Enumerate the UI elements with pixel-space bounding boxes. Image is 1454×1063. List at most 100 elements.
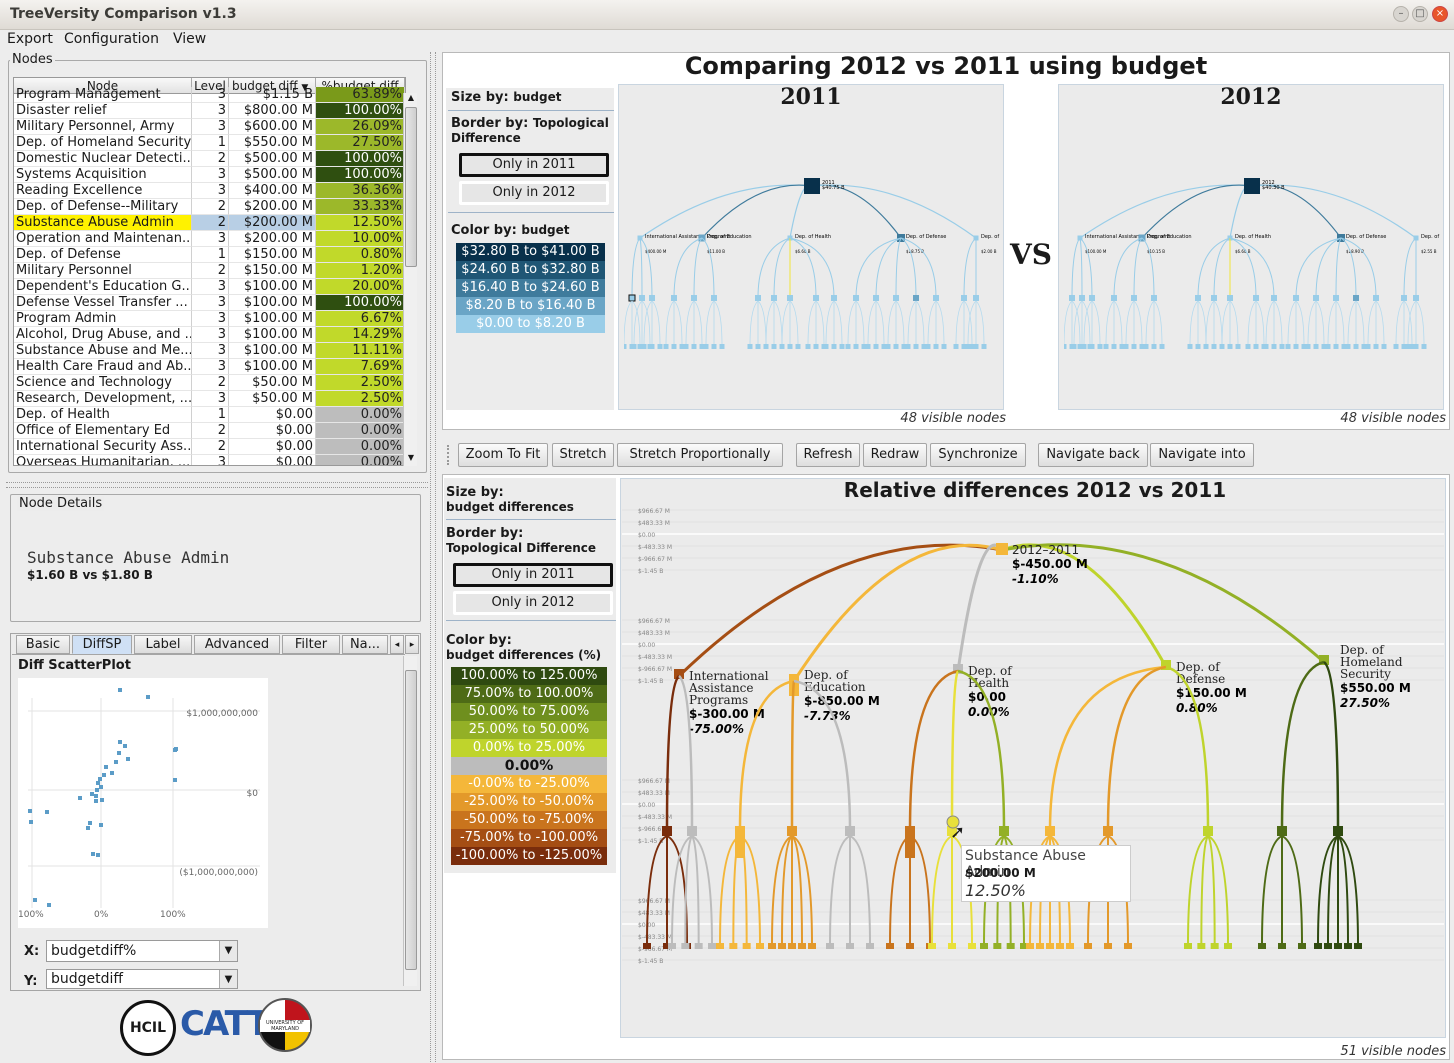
diff-leaf-node[interactable] <box>968 943 976 949</box>
tree-leaf-node[interactable] <box>981 344 987 349</box>
tree-grandchild-node[interactable] <box>671 295 677 301</box>
table-row[interactable]: Substance Abuse Admin 2 $200.00 M 12.50% <box>14 215 405 231</box>
tree-leaf-node[interactable] <box>631 344 637 349</box>
tree-leaf-node[interactable] <box>1279 344 1285 349</box>
tree-leaf-node[interactable] <box>839 344 845 349</box>
table-row[interactable]: Program Management 3 $1.15 B 63.89% <box>14 87 405 103</box>
diff-leaf-node[interactable] <box>886 943 894 949</box>
tree-leaf-node[interactable] <box>703 344 709 349</box>
tree-grandchild-node[interactable] <box>771 295 777 301</box>
tree-grandchild-node[interactable] <box>1111 295 1117 301</box>
tree-grandchild-node[interactable] <box>711 295 717 301</box>
scatter-point[interactable] <box>29 820 33 824</box>
diff-leaf-node[interactable] <box>1084 943 1092 949</box>
tree-grandchild-node[interactable] <box>961 295 967 301</box>
table-row[interactable]: Research, Development, ... 3 $50.00 M 2.50% <box>14 391 405 407</box>
scatter-point[interactable] <box>118 688 122 692</box>
table-row[interactable]: Alcohol, Drug Abuse, and ... 3 $100.00 M 14… <box>14 327 405 343</box>
table-row[interactable]: Military Personnel 2 $150.00 M 1.20% <box>14 263 405 279</box>
tree-leaf-node[interactable] <box>1071 344 1077 349</box>
table-row[interactable]: Dep. of Homeland Security 1 $550.00 M 27.50… <box>14 135 405 151</box>
toolbar-grip[interactable] <box>447 445 453 465</box>
diff-grandchild-node[interactable] <box>1045 826 1055 836</box>
tree-leaf-node[interactable] <box>1081 344 1087 349</box>
table-row[interactable]: Disaster relief 3 $800.00 M 100.00% <box>14 103 405 119</box>
zoom-to-fit-button[interactable]: Zoom To Fit <box>458 443 548 467</box>
scatter-point[interactable] <box>94 799 98 803</box>
tree-leaf-node[interactable] <box>747 344 753 349</box>
scroll-down-icon[interactable]: ▼ <box>405 453 417 465</box>
diff-leaf-node[interactable] <box>1334 943 1342 949</box>
tree-leaf-node[interactable] <box>671 344 677 349</box>
stretch-button[interactable]: Stretch <box>552 443 614 467</box>
tree-grandchild-node[interactable] <box>1401 295 1407 301</box>
tree-2012-graph[interactable]: 2012$40.30 BInternational Assistance Pro… <box>1064 116 1440 356</box>
tree-leaf-node[interactable] <box>1313 344 1319 349</box>
tree-root-node[interactable] <box>804 178 820 194</box>
diff-leaf-node[interactable] <box>1104 943 1112 949</box>
scatter-point[interactable] <box>45 810 49 814</box>
scatter-point[interactable] <box>117 751 121 755</box>
tree-leaf-node[interactable] <box>905 344 911 349</box>
tree-leaf-node[interactable] <box>787 344 793 349</box>
diff-leaf-node[interactable] <box>1258 943 1266 949</box>
tree-leaf-node[interactable] <box>925 344 931 349</box>
diff-leaf-node[interactable] <box>1124 943 1132 949</box>
tab-scroll-left-icon[interactable]: ◂ <box>390 635 404 654</box>
diff-scatterplot[interactable]: $1,000,000,000 $0 ($1,000,000,000) 100% … <box>18 678 268 928</box>
diff-leaf-node[interactable] <box>694 943 703 949</box>
tree-leaf-node[interactable] <box>845 344 851 349</box>
tab-diffsp[interactable]: DiffSP <box>72 635 132 654</box>
tree-grandchild-node[interactable] <box>933 295 939 301</box>
diff-leaf-node[interactable] <box>1056 943 1064 949</box>
tree-grandchild-node[interactable] <box>1089 295 1095 301</box>
scroll-up-icon[interactable]: ▲ <box>405 93 417 105</box>
scatter-point[interactable] <box>100 798 104 802</box>
tree-leaf-node[interactable] <box>624 344 627 349</box>
diff-grandchild-node[interactable] <box>1203 826 1213 836</box>
tree-grandchild-node[interactable] <box>893 295 899 301</box>
nodes-scrollbar[interactable]: ▲ ▼ <box>403 93 417 466</box>
diff-leaf-node[interactable] <box>1314 943 1322 949</box>
tree-leaf-node[interactable] <box>763 344 769 349</box>
tree-leaf-node[interactable] <box>1345 344 1351 349</box>
tree-grandchild-node[interactable] <box>853 295 859 301</box>
scatter-point[interactable] <box>95 788 99 792</box>
diff-grandchild-node[interactable] <box>845 826 855 836</box>
tree-leaf-node[interactable] <box>1305 344 1311 349</box>
tab-label[interactable]: Label <box>134 635 192 654</box>
tree-grandchild-node[interactable] <box>913 295 919 301</box>
redraw-button[interactable]: Redraw <box>863 443 927 467</box>
tree-leaf-node[interactable] <box>691 344 697 349</box>
tab-basic[interactable]: Basic <box>16 635 70 654</box>
diff-leaf-node[interactable] <box>980 943 988 949</box>
diff-leaf-node[interactable] <box>1197 943 1206 949</box>
tree-leaf-node[interactable] <box>1131 344 1137 349</box>
tree-leaf-node[interactable] <box>779 344 785 349</box>
tree-leaf-node[interactable] <box>1263 344 1269 349</box>
scatter-point[interactable] <box>118 740 122 744</box>
tree-grandchild-node[interactable] <box>1069 295 1075 301</box>
tree-grandchild-node[interactable] <box>1333 295 1339 301</box>
diff-leaf-node[interactable] <box>1278 943 1286 949</box>
tree-leaf-node[interactable] <box>1365 344 1371 349</box>
scatter-point[interactable] <box>126 757 130 761</box>
tree-leaf-node[interactable] <box>1285 344 1291 349</box>
scatter-point[interactable] <box>173 748 177 752</box>
tree-leaf-node[interactable] <box>853 344 859 349</box>
tree-grandchild-node[interactable] <box>639 295 645 301</box>
diff-leaf-node[interactable] <box>643 943 651 949</box>
tree-grandchild-node[interactable] <box>1271 295 1277 301</box>
diff-leaf-node[interactable] <box>1036 943 1044 949</box>
diff-leaf-node[interactable] <box>742 943 751 949</box>
tree-leaf-node[interactable] <box>1151 344 1157 349</box>
stretch-proportionally-button[interactable]: Stretch Proportionally <box>617 443 783 467</box>
tree-grandchild-node[interactable] <box>1079 295 1085 301</box>
table-row[interactable]: Health Care Fraud and Ab... 3 $100.00 M 7.6… <box>14 359 405 375</box>
scatter-point[interactable] <box>94 794 98 798</box>
tree-grandchild-node[interactable] <box>813 295 819 301</box>
horizontal-splitter[interactable] <box>6 482 428 488</box>
diff-leaf-node[interactable] <box>866 943 874 949</box>
tree-leaf-node[interactable] <box>913 344 919 349</box>
diff-leaf-node[interactable] <box>778 943 786 949</box>
